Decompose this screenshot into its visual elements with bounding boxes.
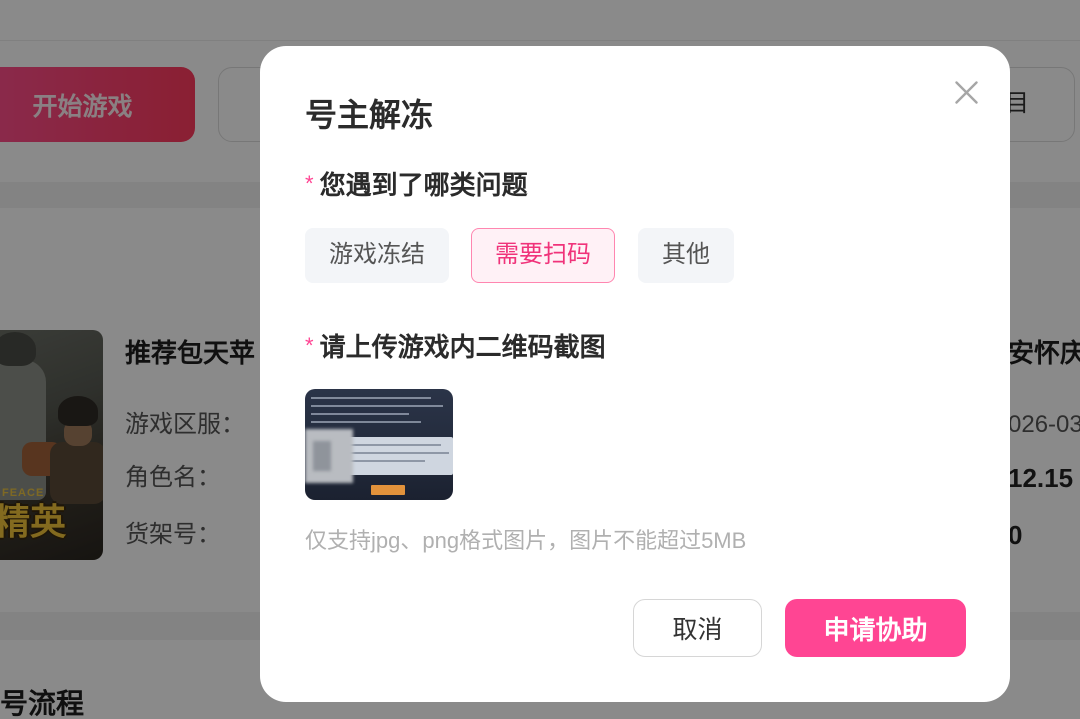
upload-label: * 请上传游戏内二维码截图 (305, 330, 606, 366)
cancel-button[interactable]: 取消 (633, 599, 762, 657)
thumb-panel-line (345, 452, 449, 454)
thumb-blurred-qr-detail (313, 441, 331, 471)
option-scan-required[interactable]: 需要扫码 (471, 228, 615, 283)
dialog-title: 号主解冻 (305, 97, 434, 133)
thumb-panel-line (345, 460, 425, 462)
required-mark: * (305, 333, 314, 358)
upload-label-text: 请上传游戏内二维码截图 (319, 332, 606, 362)
thumb-text-line (311, 413, 409, 415)
option-game-frozen[interactable]: 游戏冻结 (305, 228, 449, 283)
thumb-panel-line (345, 444, 441, 446)
thumb-text-line (311, 397, 431, 399)
thumb-dialog-panel (337, 437, 453, 475)
thumb-confirm-button (371, 485, 405, 495)
upload-hint: 仅支持jpg、png格式图片，图片不能超过5MB (305, 528, 747, 553)
uploaded-screenshot-thumbnail[interactable] (305, 389, 453, 500)
thumb-text-line (311, 405, 443, 407)
close-button[interactable] (955, 81, 978, 104)
close-icon (955, 81, 978, 104)
thumb-text-line (311, 421, 421, 423)
issue-type-label: * 您遇到了哪类问题 (305, 168, 528, 204)
option-other[interactable]: 其他 (638, 228, 734, 283)
issue-type-label-text: 您遇到了哪类问题 (319, 170, 528, 200)
unfreeze-dialog: 号主解冻 * 您遇到了哪类问题 游戏冻结 需要扫码 其他 * 请上传游戏内二维码截图… (260, 46, 1010, 702)
required-mark: * (305, 171, 314, 196)
request-help-button[interactable]: 申请协助 (785, 599, 966, 657)
